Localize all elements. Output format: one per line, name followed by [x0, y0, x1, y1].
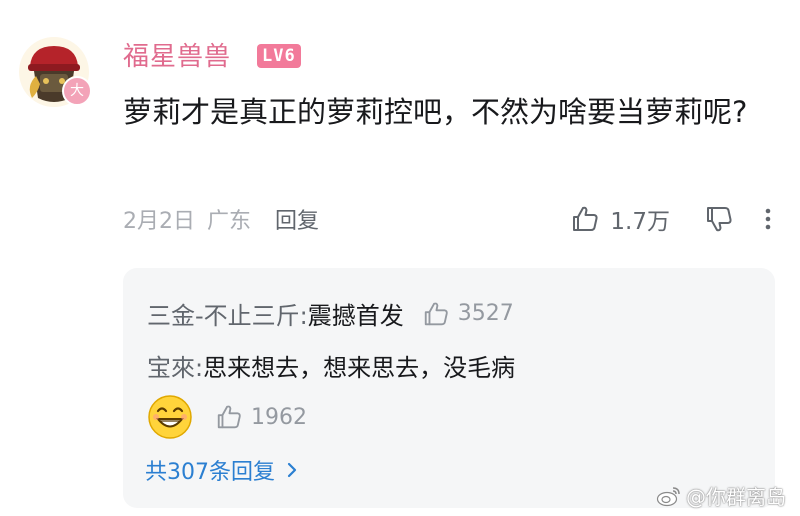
sub-reply-2-emoji-row: 1962 [147, 394, 307, 440]
sub-reply-2[interactable]: 宝來: 思来想去，想来思去，没毛病 [147, 348, 515, 383]
reply-button[interactable]: 回复 [275, 203, 319, 235]
grin-emoji [147, 394, 193, 440]
comment-location: 广东 [207, 209, 252, 234]
sub-reply-author[interactable]: 宝來: [147, 348, 203, 383]
thumbs-up-icon [424, 302, 448, 325]
view-more-replies-link[interactable]: 共307条回复 [145, 454, 301, 486]
comment-date: 2月2日 [123, 209, 195, 234]
like-count: 1.7万 [610, 209, 670, 235]
more-options-button[interactable] [758, 204, 778, 234]
sub-reply-like-count: 1962 [251, 404, 307, 430]
like-button[interactable]: 1.7万 [570, 202, 670, 236]
view-more-label: 共307条回复 [145, 460, 275, 485]
sub-reply-text: 震撼首发 [307, 302, 404, 330]
more-dots-icon [765, 208, 771, 230]
comment-text: 萝莉才是真正的萝莉控吧，不然为啥要当萝莉呢? [123, 95, 748, 129]
avatar-vip-badge: 大 [62, 76, 92, 106]
thumbs-down-icon [707, 207, 732, 232]
replies-panel: 三金-不止三斤: 震撼首发 3527 宝來: 思来想去，想来思去，没毛病 196… [123, 268, 775, 508]
watermark: @你群离岛 [656, 481, 786, 510]
comment-actions: 1.7万 [570, 200, 778, 238]
chevron-right-icon [287, 462, 297, 478]
watermark-text: @你群离岛 [686, 485, 786, 509]
sub-reply-author[interactable]: 三金-不止三斤: [147, 296, 308, 331]
level-badge: LV6 [257, 44, 301, 68]
dislike-button[interactable] [704, 204, 734, 234]
sub-reply-like-count: 3527 [457, 301, 514, 326]
thumbs-up-icon [217, 405, 241, 429]
thumbs-up-icon [573, 206, 598, 231]
sub-reply-like-button[interactable]: 1962 [215, 403, 307, 431]
sub-reply-like-button[interactable]: 3527 [422, 300, 514, 328]
weibo-logo-icon [656, 486, 680, 506]
sub-reply-1[interactable]: 三金-不止三斤: 震撼首发 3527 [147, 296, 514, 331]
username[interactable]: 福星兽兽 [123, 36, 231, 73]
sub-reply-text: 思来想去，想来思去，没毛病 [203, 354, 516, 382]
comment-meta: 2月2日 广东 回复 [123, 201, 319, 237]
